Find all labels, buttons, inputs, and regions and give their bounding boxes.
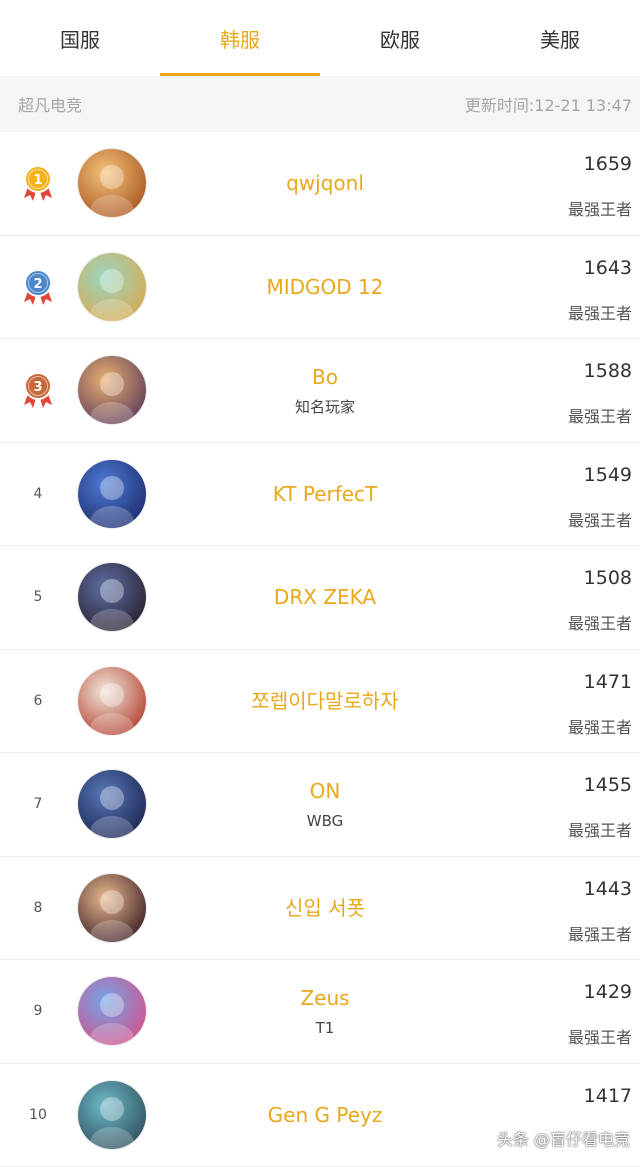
player-score: 1443	[584, 878, 632, 900]
player-name[interactable]: qwjqonl	[286, 170, 364, 196]
watermark: 头条 @盲仔看电竞	[497, 1126, 630, 1150]
player-score: 1588	[584, 360, 632, 382]
player-name[interactable]: ON	[310, 778, 341, 804]
player-avatar[interactable]	[78, 356, 146, 424]
player-info: Zeus T1	[170, 960, 480, 1063]
player-info: 신입 서폿	[170, 857, 480, 960]
list-subheader: 超凡电竞 更新时间:12-21 13:47	[0, 76, 640, 132]
player-name[interactable]: DRX ZEKA	[274, 584, 376, 610]
player-score: 1659	[584, 153, 632, 175]
tab-label: 欧服	[380, 24, 420, 53]
player-team: 知名玩家	[295, 398, 355, 416]
tab-label: 韩服	[220, 24, 260, 53]
update-time: 更新时间:12-21 13:47	[465, 92, 632, 116]
ranking-row[interactable]: 10 Gen G Peyz 1417	[0, 1064, 640, 1167]
player-info: Bo 知名玩家	[170, 339, 480, 442]
gold-medal-icon: 1	[20, 164, 56, 202]
ranking-row[interactable]: 3 Bo 知名玩家 1588 最强王者	[0, 339, 640, 443]
bronze-medal-icon: 3	[20, 371, 56, 409]
player-tier: 最强王者	[568, 921, 632, 945]
player-avatar[interactable]	[78, 1081, 146, 1149]
rank-number: 5	[24, 546, 52, 649]
source-label: 超凡电竞	[18, 92, 82, 116]
ranking-row[interactable]: 1 qwjqonl 1659 最强王者	[0, 132, 640, 236]
player-team: T1	[316, 1019, 335, 1037]
player-tier: 最强王者	[568, 1024, 632, 1048]
player-name[interactable]: KT PerfecT	[273, 481, 378, 507]
silver-medal-icon: 2	[20, 268, 56, 306]
player-score: 1643	[584, 257, 632, 279]
ranking-row[interactable]: 7 ON WBG 1455 最强王者	[0, 753, 640, 857]
player-info: KT PerfecT	[170, 443, 480, 546]
player-avatar[interactable]	[78, 977, 146, 1045]
player-info: Gen G Peyz	[170, 1064, 480, 1167]
ranking-row[interactable]: 9 Zeus T1 1429 最强王者	[0, 960, 640, 1064]
tab-kr-server[interactable]: 韩服	[160, 0, 320, 76]
player-name[interactable]: MIDGOD 12	[266, 274, 383, 300]
player-score: 1471	[584, 671, 632, 693]
svg-text:1: 1	[33, 173, 42, 188]
ranking-list: 1 qwjqonl 1659 最强王者 2 MIDGOD 12 1643 最强王者 3 Bo 知名玩…	[0, 132, 640, 1167]
player-avatar[interactable]	[78, 563, 146, 631]
player-tier: 最强王者	[568, 714, 632, 738]
player-info: MIDGOD 12	[170, 236, 480, 339]
rank-number: 8	[24, 857, 52, 960]
player-info: 쪼렙이다말로하자	[170, 650, 480, 753]
player-info: DRX ZEKA	[170, 546, 480, 649]
player-name[interactable]: 쪼렙이다말로하자	[251, 688, 398, 714]
player-avatar[interactable]	[78, 253, 146, 321]
ranking-row[interactable]: 2 MIDGOD 12 1643 最强王者	[0, 236, 640, 340]
svg-text:2: 2	[33, 277, 42, 292]
ranking-row[interactable]: 5 DRX ZEKA 1508 最强王者	[0, 546, 640, 650]
player-tier: 最强王者	[568, 403, 632, 427]
player-avatar[interactable]	[78, 874, 146, 942]
player-tier: 最强王者	[568, 817, 632, 841]
player-score: 1508	[584, 567, 632, 589]
tab-label: 国服	[60, 24, 100, 53]
rank-number: 7	[24, 753, 52, 856]
player-team: WBG	[307, 812, 343, 830]
player-avatar[interactable]	[78, 770, 146, 838]
player-score: 1455	[584, 774, 632, 796]
player-tier: 最强王者	[568, 300, 632, 324]
player-score: 1429	[584, 981, 632, 1003]
player-tier: 最强王者	[568, 507, 632, 531]
ranking-row[interactable]: 6 쪼렙이다말로하자 1471 最强王者	[0, 650, 640, 754]
player-info: ON WBG	[170, 753, 480, 856]
player-tier: 最强王者	[568, 610, 632, 634]
ranking-row[interactable]: 4 KT PerfecT 1549 最强王者	[0, 443, 640, 547]
rank-number: 9	[24, 960, 52, 1063]
rank-number: 4	[24, 443, 52, 546]
rank-number: 6	[24, 650, 52, 753]
player-avatar[interactable]	[78, 667, 146, 735]
player-name[interactable]: 신입 서폿	[285, 895, 365, 921]
player-score: 1417	[584, 1085, 632, 1107]
svg-text:3: 3	[33, 380, 42, 395]
rank-number: 10	[24, 1064, 52, 1167]
player-name[interactable]: Zeus	[300, 985, 349, 1011]
player-tier: 最强王者	[568, 196, 632, 220]
tab-eu-server[interactable]: 欧服	[320, 0, 480, 76]
tab-na-server[interactable]: 美服	[480, 0, 640, 76]
player-avatar[interactable]	[78, 149, 146, 217]
server-tabs: 国服 韩服 欧服 美服	[0, 0, 640, 76]
player-avatar[interactable]	[78, 460, 146, 528]
tab-cn-server[interactable]: 国服	[0, 0, 160, 76]
player-score: 1549	[584, 464, 632, 486]
player-info: qwjqonl	[170, 132, 480, 235]
ranking-row[interactable]: 8 신입 서폿 1443 最强王者	[0, 857, 640, 961]
player-name[interactable]: Gen G Peyz	[268, 1102, 383, 1128]
tab-label: 美服	[540, 24, 580, 53]
player-name[interactable]: Bo	[312, 364, 338, 390]
